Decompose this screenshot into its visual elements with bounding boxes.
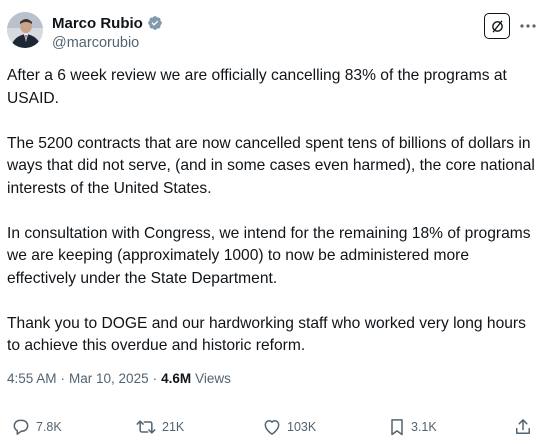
bookmark-icon — [391, 419, 403, 436]
reply-icon — [13, 419, 29, 435]
avatar[interactable] — [7, 12, 43, 48]
meta-separator: · — [60, 371, 66, 386]
views-label: Views — [195, 371, 231, 386]
views-count: 4.6M — [161, 371, 192, 386]
reply-count: 7.8K — [36, 420, 62, 434]
reply-button[interactable]: 7.8K — [11, 414, 62, 440]
action-bar: 7.8K 21K 103K 3.1K — [0, 414, 545, 440]
share-button[interactable] — [513, 414, 533, 440]
tweet-time[interactable]: 4:55 AM — [7, 371, 57, 386]
like-button[interactable]: 103K — [262, 414, 316, 440]
bookmark-button[interactable]: 3.1K — [388, 414, 437, 440]
verified-badge-icon[interactable] — [147, 15, 163, 31]
handle[interactable]: @marcorubio — [52, 35, 163, 51]
author-block: Marco Rubio @marcorubio — [52, 13, 163, 51]
repost-button[interactable]: 21K — [135, 414, 184, 440]
share-icon — [516, 419, 530, 434]
grok-icon — [491, 20, 503, 32]
bookmark-count: 3.1K — [411, 420, 437, 434]
repost-count: 21K — [162, 420, 185, 434]
tweet-meta: 4:55 AM · Mar 10, 2025 · 4.6M Views — [7, 371, 231, 386]
more-icon — [520, 24, 536, 28]
heart-icon — [264, 420, 280, 435]
meta-separator-2: · — [152, 371, 158, 386]
like-count: 103K — [287, 420, 317, 434]
avatar-photo — [7, 12, 43, 48]
tweet: Marco Rubio @marcorubio After a 6 week r… — [0, 0, 545, 445]
tweet-date[interactable]: Mar 10, 2025 — [69, 371, 149, 386]
tweet-text: After a 6 week review we are officially … — [7, 67, 535, 354]
name-row: Marco Rubio — [52, 13, 163, 33]
more-button[interactable] — [517, 16, 539, 36]
display-name[interactable]: Marco Rubio — [52, 15, 143, 32]
repost-icon — [136, 420, 156, 434]
grok-button[interactable] — [484, 13, 510, 39]
